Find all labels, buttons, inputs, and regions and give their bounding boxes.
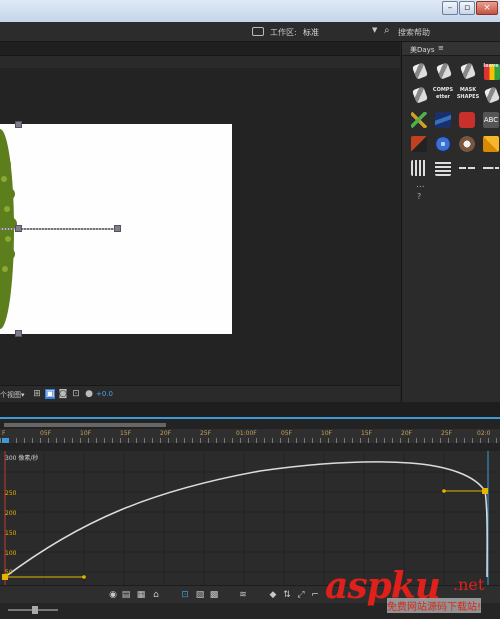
watermark-domain: .net bbox=[453, 575, 485, 594]
help-icon[interactable]: ? bbox=[417, 192, 421, 201]
ruler-tick: 20F bbox=[160, 430, 172, 437]
eye-icon[interactable]: ◉ bbox=[108, 590, 118, 600]
panel-divider bbox=[0, 402, 500, 417]
scissors-icon[interactable] bbox=[411, 112, 427, 128]
ruler-tick: 05F bbox=[281, 430, 293, 437]
keyframe-edit-icon[interactable]: ◆ bbox=[268, 590, 278, 600]
grid-four-icon[interactable] bbox=[459, 160, 475, 176]
ruler-tick: 05F bbox=[40, 430, 52, 437]
y-axis-label: 150 bbox=[5, 530, 17, 537]
transform-handle[interactable] bbox=[15, 121, 22, 128]
separate-dimensions-icon[interactable]: ≋ bbox=[238, 590, 248, 600]
wrench-icon[interactable] bbox=[483, 86, 500, 104]
workspace-select[interactable]: 标准 bbox=[303, 27, 319, 38]
window-controls: – ▫ × bbox=[442, 1, 498, 15]
leave-color-label: leave bbox=[483, 63, 499, 69]
keyframe-end bbox=[482, 488, 488, 494]
graph-scrollbar[interactable] bbox=[0, 443, 500, 451]
wrench-icon[interactable] bbox=[459, 62, 477, 80]
ruler-tick: 20F bbox=[401, 430, 413, 437]
time-ruler[interactable]: F 05F 10F 15F 20F 25F 01:00F 05F 10F 15F… bbox=[0, 429, 500, 447]
workspace-bar: 工作区: 标准 ▼ ⌕ 搜索帮助 bbox=[0, 22, 500, 42]
channel-icon[interactable]: ⊡ bbox=[71, 389, 81, 399]
panel-menu-icon[interactable]: ≡ bbox=[438, 44, 444, 52]
after-effects-window: – ▫ × 工作区: 标准 ▼ ⌕ 搜索帮助 个视图▾ ⊞ ▣ ◙ ⊡ ● +0… bbox=[0, 0, 500, 619]
ruler-tick: 02:0 bbox=[477, 430, 491, 437]
y-axis-label: 50 bbox=[5, 569, 13, 576]
panel-title: 美Days bbox=[410, 46, 435, 54]
y-axis-label: 250 bbox=[5, 490, 17, 497]
viewer-footer: 个视图▾ ⊞ ▣ ◙ ⊡ ● +0.0 bbox=[0, 385, 400, 402]
spiral-icon[interactable] bbox=[459, 112, 475, 128]
ruler-tick: 25F bbox=[441, 430, 453, 437]
ruler-tick: 01:00F bbox=[236, 430, 257, 437]
more-tools[interactable]: ... bbox=[416, 180, 425, 190]
plugin-panel: 美Days ≡ leave COMPS etter MASK SHAPES AB… bbox=[401, 42, 500, 402]
work-area-bar[interactable] bbox=[0, 419, 500, 429]
fit-selection-icon[interactable]: ⊡ bbox=[180, 590, 190, 600]
restore-button[interactable]: ▫ bbox=[459, 1, 475, 15]
panel-header: 美Days ≡ bbox=[402, 42, 500, 56]
ruler-tick: 10F bbox=[321, 430, 333, 437]
transform-handle[interactable] bbox=[15, 330, 22, 337]
orb-icon[interactable] bbox=[435, 136, 451, 152]
easy-ease-icon[interactable]: ⌐ bbox=[310, 590, 320, 600]
bezier-handle-point bbox=[442, 489, 446, 493]
wrench-icon[interactable] bbox=[435, 62, 453, 80]
site-watermark: aspku .net 免费网站源码下载站! bbox=[325, 565, 500, 619]
linear-keyframe-icon[interactable]: ⤢ bbox=[296, 590, 306, 600]
stripes-icon[interactable] bbox=[435, 112, 451, 128]
bezier-handle-point bbox=[82, 575, 86, 579]
grid-toggle-icon[interactable]: ▣ bbox=[45, 389, 55, 399]
anchor-handle[interactable] bbox=[15, 225, 22, 232]
watermark-tagline: 免费网站源码下载站! bbox=[387, 598, 482, 613]
cube-icon[interactable] bbox=[483, 136, 499, 152]
ruler-tick: 15F bbox=[361, 430, 373, 437]
fast-preview-icon[interactable]: ⊞ bbox=[32, 389, 42, 399]
grid-icon[interactable]: ▦ bbox=[136, 590, 146, 600]
columns-icon[interactable] bbox=[411, 160, 427, 176]
flower-icon[interactable] bbox=[459, 136, 475, 152]
workspace-label: 工作区: bbox=[270, 28, 297, 37]
snap-icon[interactable]: ⌂ bbox=[151, 590, 161, 600]
close-button[interactable]: × bbox=[476, 1, 498, 15]
wrench-icon[interactable] bbox=[411, 62, 429, 80]
y-axis-label: 200 bbox=[5, 510, 17, 517]
wrench-icon[interactable] bbox=[411, 86, 429, 104]
y-axis-label: 100 bbox=[5, 550, 17, 557]
minimize-button[interactable]: – bbox=[442, 1, 458, 15]
particles-icon[interactable] bbox=[411, 136, 427, 152]
search-help-input[interactable]: 搜索帮助 bbox=[398, 27, 430, 38]
hold-keyframe-icon[interactable]: ⇅ bbox=[282, 590, 292, 600]
exposure-value[interactable]: +0.0 bbox=[96, 390, 113, 398]
grid-split-icon[interactable] bbox=[483, 160, 499, 176]
composition-panel: 个视图▾ ⊞ ▣ ◙ ⊡ ● +0.0 bbox=[0, 42, 400, 402]
ruler-tick: 10F bbox=[80, 430, 92, 437]
snapshot-icon[interactable]: ◙ bbox=[58, 389, 68, 399]
motion-end-handle[interactable] bbox=[114, 225, 121, 232]
composition-subbar bbox=[0, 56, 400, 68]
abc-text-icon[interactable]: ABC bbox=[483, 112, 499, 128]
exposure-reset-icon[interactable]: ● bbox=[84, 389, 94, 399]
graph-type-icon[interactable]: ▤ bbox=[121, 590, 131, 600]
mask-shapes-button[interactable]: MASK SHAPES bbox=[455, 87, 481, 101]
rows-icon[interactable] bbox=[435, 160, 451, 176]
fit-all-icon[interactable]: ▧ bbox=[195, 590, 205, 600]
graph-unit-label: 300 像素/秒 bbox=[5, 455, 39, 462]
ruler-tick: 15F bbox=[120, 430, 132, 437]
workspace-icon[interactable] bbox=[252, 27, 264, 36]
ruler-tick: F bbox=[2, 430, 6, 437]
zoom-icon[interactable]: ▩ bbox=[209, 590, 219, 600]
ruler-tick: 25F bbox=[200, 430, 212, 437]
comps-emitter-button[interactable]: COMPS etter bbox=[430, 87, 456, 101]
zoom-slider-knob[interactable] bbox=[32, 606, 38, 614]
title-bar: – ▫ × bbox=[0, 0, 500, 22]
speed-curve bbox=[4, 461, 488, 578]
composition-tabs bbox=[0, 42, 400, 56]
work-area-range[interactable] bbox=[4, 423, 166, 427]
chevron-down-icon[interactable]: ▼ bbox=[372, 26, 377, 34]
search-icon[interactable]: ⌕ bbox=[384, 25, 390, 36]
view-layout-dropdown[interactable]: 个视图▾ bbox=[0, 390, 25, 400]
